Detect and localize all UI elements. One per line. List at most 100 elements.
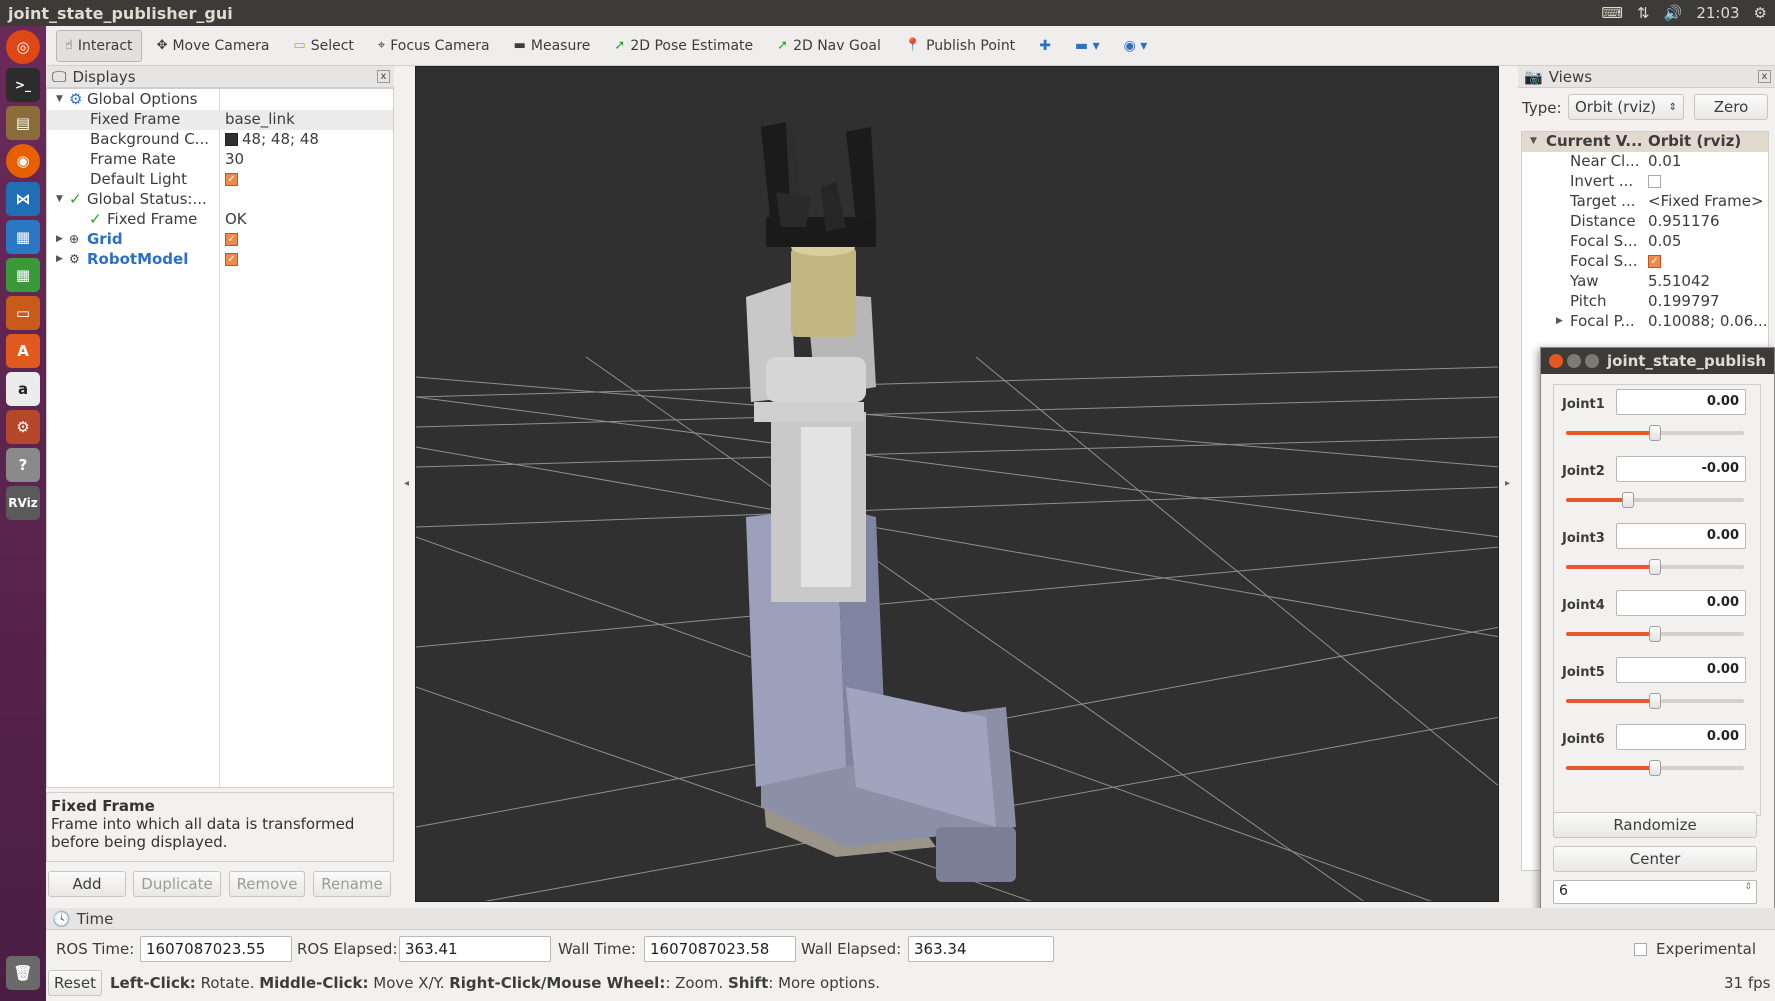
system-settings-icon[interactable]: ⚙ (6, 410, 40, 444)
remove-button[interactable]: Remove (229, 871, 305, 897)
tree-row-global-status[interactable]: ▼ ✓ Global Status:... (47, 190, 393, 210)
joint2-value-field[interactable]: -0.00 (1616, 456, 1746, 482)
view-type-select[interactable]: Orbit (rviz) ⇕ (1568, 94, 1684, 120)
robotmodel-checkbox[interactable]: ✓ (225, 253, 238, 266)
network-icon[interactable]: ⇅ (1637, 4, 1650, 22)
joint1-value-field[interactable]: 0.00 (1616, 389, 1746, 415)
add-tool-button[interactable]: ✚ (1030, 30, 1060, 62)
tree-row-grid[interactable]: ▶ ⊕ Grid ✓ (47, 230, 393, 250)
tree-row-frame-rate[interactable]: Frame Rate 30 (47, 150, 393, 170)
ros-time-field[interactable]: 1607087023.55 (140, 936, 292, 962)
remove-tool-button[interactable]: ▬ ▾ (1066, 30, 1109, 62)
jsp-title-bar[interactable]: joint_state_publish (1541, 348, 1774, 374)
wall-elapsed-field[interactable]: 363.34 (908, 936, 1054, 962)
joint6-value-field[interactable]: 0.00 (1616, 724, 1746, 750)
scene-render[interactable] (416, 67, 1499, 902)
view-row-focal-shape-size[interactable]: Focal S... 0.05 (1522, 232, 1768, 252)
expand-arrow-icon[interactable]: ▼ (56, 194, 63, 204)
volume-icon[interactable]: 🔊 (1664, 4, 1683, 22)
gear-icon[interactable]: ⚙ (1754, 4, 1767, 22)
collapse-arrow-icon[interactable]: ▶ (1556, 316, 1563, 326)
left-splitter-arrow-icon[interactable]: ◂ (404, 478, 409, 489)
view-row-pitch[interactable]: Pitch 0.199797 (1522, 292, 1768, 312)
joint5-slider[interactable] (1566, 693, 1744, 709)
joint-count-spinbox[interactable]: 6 ⇕ (1553, 880, 1757, 904)
publish-point-tool[interactable]: 📍 Publish Point (896, 30, 1024, 62)
view-row-yaw[interactable]: Yaw 5.51042 (1522, 272, 1768, 292)
zero-button[interactable]: Zero (1694, 94, 1768, 120)
spinner-arrows-icon[interactable]: ⇕ (1744, 882, 1752, 892)
tree-row-fixed-frame-status[interactable]: ✓ Fixed Frame OK (47, 210, 393, 230)
grid-checkbox[interactable]: ✓ (225, 233, 238, 246)
rename-button[interactable]: Rename (313, 871, 391, 897)
interact-tool[interactable]: ☝ Interact (56, 29, 142, 62)
tree-row-fixed-frame[interactable]: Fixed Frame base_link (47, 110, 393, 130)
add-button[interactable]: Add (48, 871, 126, 897)
tree-row-default-light[interactable]: Default Light ✓ (47, 170, 393, 190)
slider-handle[interactable] (1622, 492, 1635, 508)
minimize-window-icon[interactable] (1567, 354, 1581, 368)
render-viewport[interactable] (415, 66, 1499, 902)
amazon-icon[interactable]: a (6, 372, 40, 406)
files-icon[interactable]: ▤ (6, 106, 40, 140)
default-light-checkbox[interactable]: ✓ (225, 173, 238, 186)
slider-handle[interactable] (1649, 626, 1661, 642)
tree-row-background-color[interactable]: Background C... 48; 48; 48 (47, 130, 393, 150)
software-center-icon[interactable]: A (6, 334, 40, 368)
expand-arrow-icon[interactable]: ▼ (1530, 136, 1537, 146)
calc-icon[interactable]: ▦ (6, 258, 40, 292)
rviz-icon[interactable]: RViz (6, 486, 40, 520)
trash-icon[interactable]: 🗑 (6, 956, 40, 990)
joint3-value-field[interactable]: 0.00 (1616, 523, 1746, 549)
close-window-icon[interactable] (1549, 354, 1563, 368)
view-menu-button[interactable]: ◉ ▾ (1115, 30, 1157, 62)
joint5-value-field[interactable]: 0.00 (1616, 657, 1746, 683)
randomize-button[interactable]: Randomize (1553, 812, 1757, 838)
collapse-arrow-icon[interactable]: ▶ (56, 234, 63, 244)
clock[interactable]: 21:03 (1696, 4, 1739, 22)
joint1-slider[interactable] (1566, 425, 1744, 441)
slider-handle[interactable] (1649, 693, 1661, 709)
invert-checkbox[interactable] (1648, 175, 1661, 188)
maximize-window-icon[interactable] (1585, 354, 1599, 368)
ros-elapsed-field[interactable]: 363.41 (399, 936, 551, 962)
pose-estimate-tool[interactable]: ➚ 2D Pose Estimate (605, 30, 762, 62)
firefox-icon[interactable]: ◉ (6, 144, 40, 178)
impress-icon[interactable]: ▭ (6, 296, 40, 330)
terminal-icon[interactable]: >_ (6, 68, 40, 102)
view-row-target[interactable]: Target ... <Fixed Frame> (1522, 192, 1768, 212)
writer-icon[interactable]: ▦ (6, 220, 40, 254)
duplicate-button[interactable]: Duplicate (133, 871, 221, 897)
tree-row-global-options[interactable]: ▼ ⚙ Global Options (47, 90, 393, 110)
joint4-value-field[interactable]: 0.00 (1616, 590, 1746, 616)
view-row-focal-shape-fixed[interactable]: Focal S... ✓ (1522, 252, 1768, 272)
slider-handle[interactable] (1649, 559, 1661, 575)
joint3-slider[interactable] (1566, 559, 1744, 575)
view-row-near-clip[interactable]: Near Cl... 0.01 (1522, 152, 1768, 172)
help-icon[interactable]: ? (6, 448, 40, 482)
joint4-slider[interactable] (1566, 626, 1744, 642)
center-button[interactable]: Center (1553, 846, 1757, 872)
experimental-checkbox[interactable] (1634, 943, 1647, 956)
close-icon[interactable]: x (1758, 70, 1771, 83)
view-row-focal-point[interactable]: ▶ Focal P... 0.10088; 0.06... (1522, 312, 1768, 332)
focal-shape-checkbox[interactable]: ✓ (1648, 255, 1661, 268)
vscode-icon[interactable]: ⋈ (6, 182, 40, 216)
current-view-header-row[interactable]: ▼ Current V... Orbit (rviz) (1522, 132, 1768, 152)
view-row-invert[interactable]: Invert ... (1522, 172, 1768, 192)
focus-camera-tool[interactable]: ⌖ Focus Camera (369, 30, 499, 62)
joint2-slider[interactable] (1566, 492, 1744, 508)
color-swatch[interactable] (225, 133, 238, 146)
collapse-arrow-icon[interactable]: ▶ (56, 254, 63, 264)
slider-handle[interactable] (1649, 425, 1661, 441)
measure-tool[interactable]: ▬ Measure (505, 30, 600, 62)
close-icon[interactable]: x (377, 70, 390, 83)
view-row-distance[interactable]: Distance 0.951176 (1522, 212, 1768, 232)
expand-arrow-icon[interactable]: ▼ (56, 94, 63, 104)
nav-goal-tool[interactable]: ➚ 2D Nav Goal (768, 30, 890, 62)
reset-button[interactable]: Reset (48, 970, 102, 996)
right-splitter-arrow-icon[interactable]: ▸ (1505, 478, 1510, 489)
ubuntu-logo-icon[interactable]: ◎ (6, 30, 40, 64)
select-tool[interactable]: ▭ Select (284, 30, 363, 62)
tree-row-robotmodel[interactable]: ▶ ⚙ RobotModel ✓ (47, 250, 393, 270)
